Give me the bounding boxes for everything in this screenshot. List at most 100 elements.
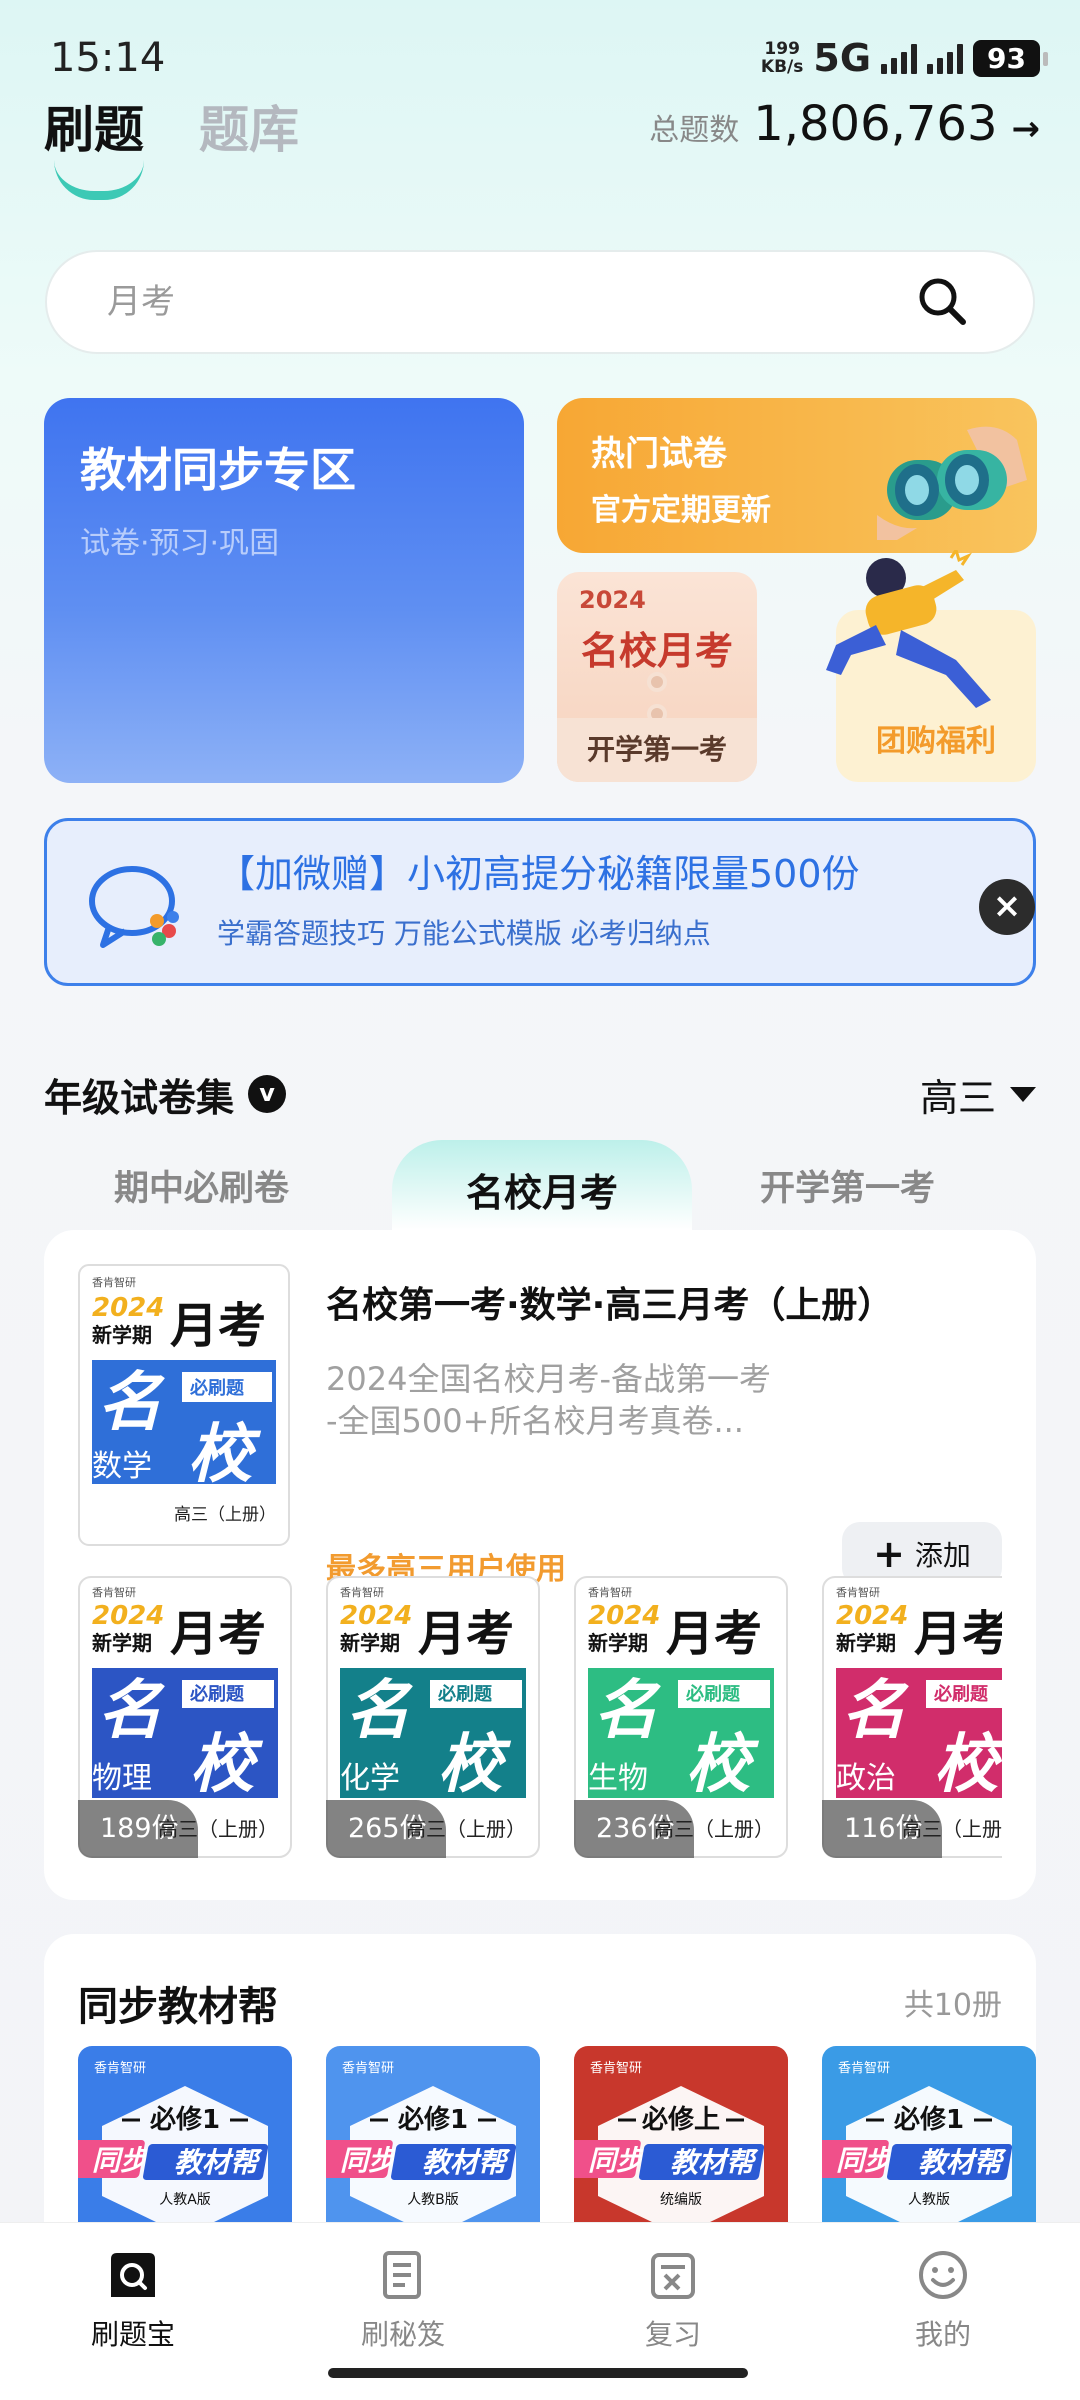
- svg-text:必刷题: 必刷题: [437, 1683, 493, 1705]
- search-bar[interactable]: [45, 250, 1035, 354]
- featured-desc: 2024全国名校月考-备战第一考 -全国500+所名校月考真卷...: [326, 1360, 771, 1440]
- exam-title: 名校月考: [580, 629, 733, 673]
- cover-subject: 数学: [92, 1449, 152, 1484]
- featured-info[interactable]: 名校第一考·数学·高三月考（上册） 2024全国名校月考-备战第一考 -全国50…: [326, 1276, 1002, 1587]
- svg-text:必修1: 必修1: [150, 2104, 220, 2135]
- status-time: 15:14: [50, 35, 166, 81]
- svg-text:必刷题: 必刷题: [685, 1683, 741, 1705]
- exam-book-card[interactable]: 香肯智研 2024 新学期 月考名必刷题校化学 265份 高三（上册）: [326, 1576, 540, 1858]
- svg-text:香肯智研: 香肯智研: [838, 2061, 890, 2076]
- tab-monthly[interactable]: 名校月考: [392, 1140, 692, 1230]
- nav-label: 我的: [914, 2318, 971, 2351]
- section-count: 共10册: [903, 1988, 1002, 2023]
- textbook-cover: 香肯智研必修1 同步 教材帮人教B版: [326, 2061, 517, 2236]
- battery-icon: 93: [973, 39, 1048, 77]
- svg-text:香肯智研: 香肯智研: [590, 2061, 642, 2076]
- svg-text:必修1: 必修1: [894, 2104, 964, 2135]
- search-input[interactable]: [107, 282, 913, 322]
- svg-text:同步: 同步: [588, 2144, 647, 2177]
- cover-stamp: 必刷题: [189, 1377, 245, 1399]
- cover-term: 新学期: [92, 1323, 152, 1347]
- grade-tabs: 期中必刷卷 名校月考 开学第一考: [44, 1140, 1036, 1230]
- network-type: 5G: [813, 36, 872, 80]
- scroll-icon: [383, 2251, 421, 2299]
- book-edition: 高三（上册）: [158, 1817, 278, 1841]
- card-subtitle: 试卷·预习·巩固: [80, 526, 280, 561]
- tab-shuati[interactable]: 刷题: [44, 90, 144, 162]
- group-buy-card[interactable]: 团购福利: [826, 550, 1036, 782]
- svg-text:新学期: 新学期: [588, 1631, 648, 1655]
- book-edition: 高三（上册）: [406, 1817, 526, 1841]
- svg-text:统编版: 统编版: [660, 2192, 702, 2208]
- total-questions-link[interactable]: 总题数 1,806,763 →: [649, 96, 1040, 152]
- grade-selector[interactable]: 高三: [920, 1067, 1036, 1122]
- hot-papers-card[interactable]: 热门试卷 官方定期更新: [557, 398, 1037, 553]
- signal-icon: [927, 42, 964, 74]
- textbook-card[interactable]: 香肯智研必修上同步 教材帮统编版: [574, 2046, 788, 2236]
- nav-label: 刷题宝: [90, 2318, 175, 2351]
- active-tab-indicator: [54, 160, 144, 200]
- svg-text:教材帮: 教材帮: [670, 2146, 759, 2179]
- textbook-card[interactable]: 香肯智研 必修1 同步 教材帮 人教版: [822, 2046, 1036, 2236]
- total-label: 总题数: [649, 113, 740, 148]
- textbook-card[interactable]: 香肯智研 必修1 同步 教材帮 人教A版: [78, 2046, 292, 2236]
- exam-book-card[interactable]: 香肯智研 2024 新学期 月考名必刷题校物理 189份 高三（上册）: [78, 1576, 292, 1858]
- svg-text:新学期: 新学期: [340, 1631, 400, 1655]
- book-edition: 高三（上册）: [654, 1817, 774, 1841]
- grade-section-header: 年级试卷集 v 高三: [44, 1064, 1036, 1124]
- nav-item-fuxi[interactable]: 复习: [598, 2245, 748, 2353]
- featured-book-cover[interactable]: 香肯智研 2024 新学期 月考 名 必刷题 校 数学 高三（上册）: [78, 1264, 290, 1546]
- exam-bottom-label: 开学第一考: [557, 718, 757, 782]
- network-speed: 199 KB/s: [760, 39, 804, 77]
- home-indicator[interactable]: [328, 2368, 748, 2378]
- svg-text:香肯智研: 香肯智研: [588, 1585, 632, 1599]
- svg-text:校: 校: [934, 1728, 1002, 1802]
- textbook-sync-card[interactable]: 教材同步专区 试卷·预习·巩固: [44, 398, 524, 783]
- tab-tiku[interactable]: 题库: [199, 90, 299, 162]
- tab-first-exam[interactable]: 开学第一考: [760, 1160, 935, 1211]
- exam-panel: 香肯智研 2024 新学期 月考 名 必刷题 校 数学 高三（上册） 名校第一考…: [44, 1230, 1036, 1900]
- smile-icon: [919, 2251, 967, 2299]
- textbook-cover: 香肯智研必修1 同步 教材帮人教版: [822, 2061, 1013, 2236]
- textbook-card[interactable]: 香肯智研 必修1 同步 教材帮 人教B版: [326, 2046, 540, 2236]
- book-carousel[interactable]: 香肯智研 2024 新学期 月考名必刷题校物理 189份 高三（上册） 香肯智研 2024 新学…: [78, 1576, 1002, 1866]
- svg-text:物理: 物理: [92, 1761, 152, 1796]
- svg-text:生物: 生物: [588, 1761, 648, 1796]
- nav-label: 复习: [644, 2318, 701, 2351]
- svg-text:香肯智研: 香肯智研: [836, 1585, 880, 1599]
- book-edition: 高三（上册）: [902, 1817, 1002, 1841]
- svg-text:同步: 同步: [340, 2144, 399, 2177]
- wechat-promo-banner[interactable]: 【加微赠】小初高提分秘籍限量500份 学霸答题技巧 万能公式模版 必考归纳点 ×: [44, 818, 1036, 986]
- svg-text:2024: 2024: [588, 1601, 660, 1631]
- caret-down-icon: [1010, 1086, 1036, 1102]
- tab-midterm[interactable]: 期中必刷卷: [114, 1160, 289, 1211]
- total-value: 1,806,763: [753, 96, 998, 152]
- svg-text:必修上: 必修上: [642, 2104, 720, 2135]
- svg-text:月考: 月考: [418, 1606, 514, 1662]
- svg-text:人教A版: 人教A版: [159, 2192, 211, 2208]
- nav-item-mine[interactable]: 我的: [868, 2245, 1018, 2353]
- close-icon[interactable]: ×: [979, 879, 1035, 935]
- svg-text:校: 校: [190, 1728, 264, 1802]
- status-bar: 15:14 199 KB/s 5G 93: [50, 30, 1048, 86]
- svg-text:名: 名: [346, 1674, 413, 1748]
- nav-item-shuatibao[interactable]: 刷题宝: [58, 2245, 208, 2353]
- monthly-exam-card[interactable]: 2024 名校月考 开学第一考: [557, 572, 757, 782]
- svg-text:教材帮: 教材帮: [174, 2146, 263, 2179]
- search-doc-icon: [111, 2253, 155, 2297]
- promo-subtitle: 学霸答题技巧 万能公式模版 必考归纳点: [217, 917, 711, 950]
- chat-bubble-icon: [89, 866, 179, 948]
- svg-text:人教B版: 人教B版: [407, 2192, 459, 2208]
- search-icon[interactable]: [913, 272, 973, 332]
- runner-illustration: [826, 550, 991, 708]
- svg-text:名: 名: [842, 1674, 909, 1748]
- nav-label: 刷秘笈: [360, 2318, 445, 2351]
- decor-dot: [647, 672, 667, 692]
- nav-item-mijie[interactable]: 刷秘笈: [328, 2245, 478, 2353]
- svg-text:校: 校: [686, 1728, 760, 1802]
- exam-book-card[interactable]: 香肯智研2024新学期月考名必刷题校政治116份高三（上册）: [822, 1576, 1002, 1858]
- exam-book-card[interactable]: 香肯智研 2024 新学期 月考名必刷题校生物 236份 高三（上册）: [574, 1576, 788, 1858]
- svg-text:香肯智研: 香肯智研: [340, 1585, 384, 1599]
- review-book-icon: [651, 2253, 695, 2299]
- svg-text:人教版: 人教版: [908, 2192, 950, 2208]
